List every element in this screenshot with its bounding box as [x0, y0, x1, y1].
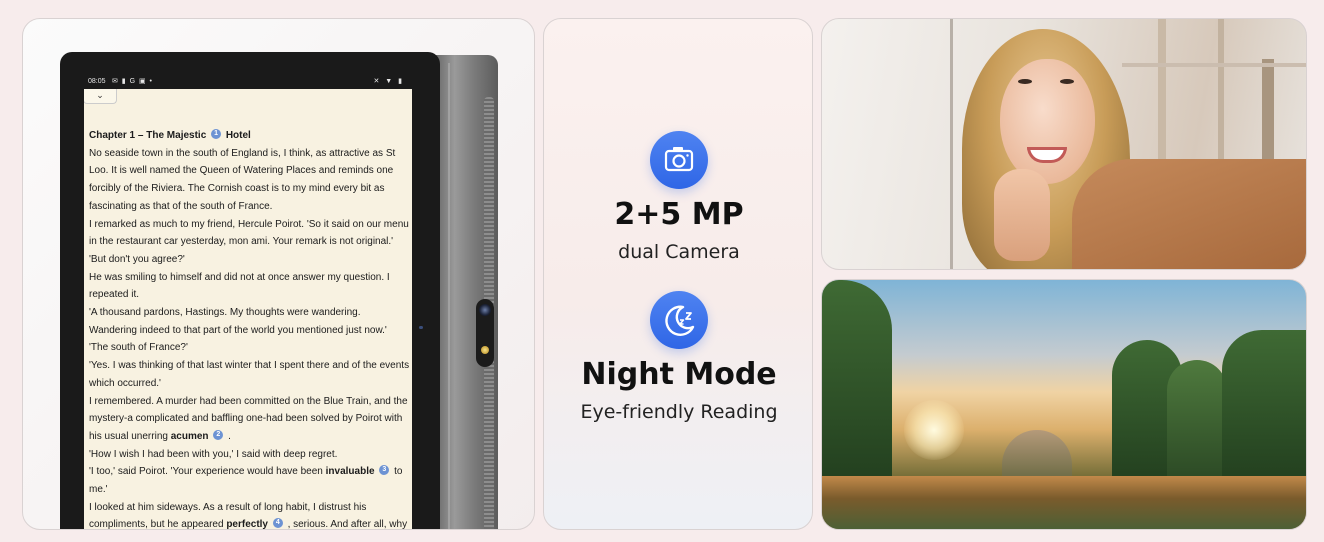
chapter-title: Chapter 1 – The Majestic 1 Hotel [89, 127, 411, 145]
paragraph: 'A thousand pardons, Hastings. My though… [89, 307, 387, 336]
highlighted-word[interactable]: acumen [171, 431, 209, 442]
chapter-title-end: Hotel [225, 130, 251, 141]
flash-icon [481, 346, 489, 354]
person-sweater [1072, 159, 1306, 269]
chevron-down-icon: ⌄ [96, 90, 104, 100]
paragraph-text: , serious. And after all, why [287, 519, 408, 530]
paragraph: 'The south of France?' [89, 342, 188, 354]
features-panel: 2+5 MP dual Camera Night Mode Eye-friend… [543, 18, 813, 530]
night-mode-subtitle: Eye-friendly Reading [580, 401, 778, 423]
status-bar: 08:05 ✉ ▮ G ▣ • ✕ ▼ ▮ [84, 75, 412, 89]
paragraph: 'I too,' said Poirot. 'Your experience w… [89, 463, 411, 498]
moon-icon [650, 291, 708, 349]
paragraph: I remarked as much to my friend, Hercule… [89, 218, 409, 248]
paragraph: compliments, but he appeared perfectly 4… [89, 516, 411, 530]
highlighted-word[interactable]: perfectly [226, 519, 268, 529]
paragraph: 'But don't you agree?' [89, 253, 185, 265]
paragraph: I remembered. A murder had been committe… [89, 393, 411, 446]
camera-lens-icon [479, 304, 491, 316]
person-eye [1018, 79, 1032, 84]
paragraph-text: . [228, 430, 231, 442]
footnote-badge[interactable]: 3 [379, 465, 390, 476]
karst-peak [1167, 360, 1227, 480]
status-time: 08:05 [88, 78, 106, 85]
camera-icon [650, 131, 708, 189]
footnote-badge[interactable]: 1 [211, 129, 222, 139]
camera-spec-subtitle: dual Camera [618, 241, 740, 263]
balcony-rail [950, 19, 953, 269]
footnote-badge[interactable]: 4 [272, 518, 283, 529]
paragraph: He was smiling to himself and did not at… [89, 271, 390, 301]
chapter-title-text: Chapter 1 – The Majestic [89, 130, 207, 141]
tablet-back-edge [436, 55, 498, 529]
highlighted-word[interactable]: invaluable [326, 466, 375, 477]
person-hand [994, 169, 1050, 261]
product-banner: ⌄ Chapter 1 – The Majestic 1 Hotel No se… [0, 0, 1324, 542]
rear-camera-module [476, 299, 494, 367]
status-notification-icons: ✉ ▮ G ▣ • [112, 78, 154, 85]
paragraph-text: I remembered. A murder had been committe… [89, 395, 408, 442]
ebook-text: Chapter 1 – The Majestic 1 Hotel No seas… [89, 127, 411, 530]
selfie-photo [821, 18, 1307, 270]
balcony-rail [1122, 63, 1306, 67]
paragraph-text: 'I too,' said Poirot. 'Your experience w… [89, 466, 323, 478]
footnote-badge[interactable]: 2 [213, 429, 224, 440]
person-eye [1060, 79, 1074, 84]
river-reflection [822, 476, 1306, 529]
landscape-photo [821, 279, 1307, 530]
status-system-icons: ✕ ▼ ▮ [373, 78, 404, 85]
left-cliff [822, 280, 892, 480]
paragraph: No seaside town in the south of England … [89, 147, 396, 212]
tablet-panel: ⌄ Chapter 1 – The Majestic 1 Hotel No se… [22, 18, 535, 530]
night-mode-title: Night Mode [581, 357, 777, 392]
paragraph: 'Yes. I was thinking of that last winter… [89, 360, 410, 389]
person-face [1000, 59, 1095, 184]
collapse-chevron-button[interactable]: ⌄ [84, 89, 117, 104]
distant-hill [1002, 430, 1072, 480]
camera-spec-title: 2+5 MP [614, 197, 744, 232]
karst-peak [1222, 330, 1306, 480]
paragraph: I looked at him sideways. As a result of… [89, 501, 367, 513]
paragraph: 'How I wish I had been with you,' I said… [89, 448, 338, 460]
sun-glow [904, 400, 964, 460]
tablet-edge-highlight [448, 63, 450, 529]
front-sensor [419, 326, 423, 329]
paragraph-text: compliments, but he appeared [89, 519, 224, 530]
tablet-screen: ⌄ Chapter 1 – The Majestic 1 Hotel No se… [84, 89, 412, 530]
